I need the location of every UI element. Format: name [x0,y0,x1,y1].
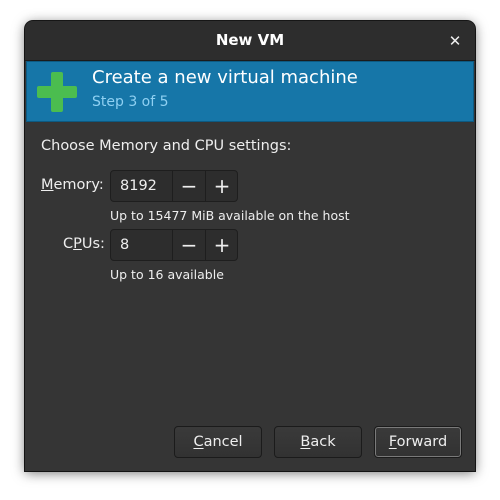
cpus-decrement-button[interactable]: − [172,230,205,260]
memory-label: Memory: [41,177,104,193]
back-button[interactable]: Back [274,426,362,458]
forward-button-label: Forward [388,434,448,450]
titlebar[interactable]: New VM ✕ [25,21,475,61]
wizard-title: Create a new virtual machine [92,67,358,88]
cpus-value-input[interactable]: 8 [120,230,129,260]
cpus-hint: Up to 16 available [110,267,224,282]
new-vm-dialog: New VM ✕ Create a new virtual machine St… [25,21,475,471]
cancel-button[interactable]: Cancel [174,426,262,458]
cpus-spinbox: 8 − + [110,229,238,261]
memory-value-input[interactable]: 8192 [120,171,157,201]
close-icon[interactable]: ✕ [443,29,467,53]
memory-increment-button[interactable]: + [205,171,238,201]
cpus-label: CPUs: [63,236,105,252]
section-label: Choose Memory and CPU settings: [41,138,292,154]
forward-button[interactable]: Forward [374,426,462,458]
memory-spinbox: 8192 − + [110,170,238,202]
memory-label-text: Memory: [41,177,104,193]
back-button-label: Back [300,434,336,450]
wizard-header-banner: Create a new virtual machine Step 3 of 5 [26,61,474,122]
cancel-button-label: Cancel [193,434,243,450]
cpus-label-text: CPUs: [63,236,105,252]
cpus-increment-button[interactable]: + [205,230,238,260]
memory-decrement-button[interactable]: − [172,171,205,201]
window-title: New VM [215,31,285,49]
wizard-step-indicator: Step 3 of 5 [92,94,169,110]
memory-hint: Up to 15477 MiB available on the host [110,208,350,223]
green-plus-icon [37,72,77,112]
